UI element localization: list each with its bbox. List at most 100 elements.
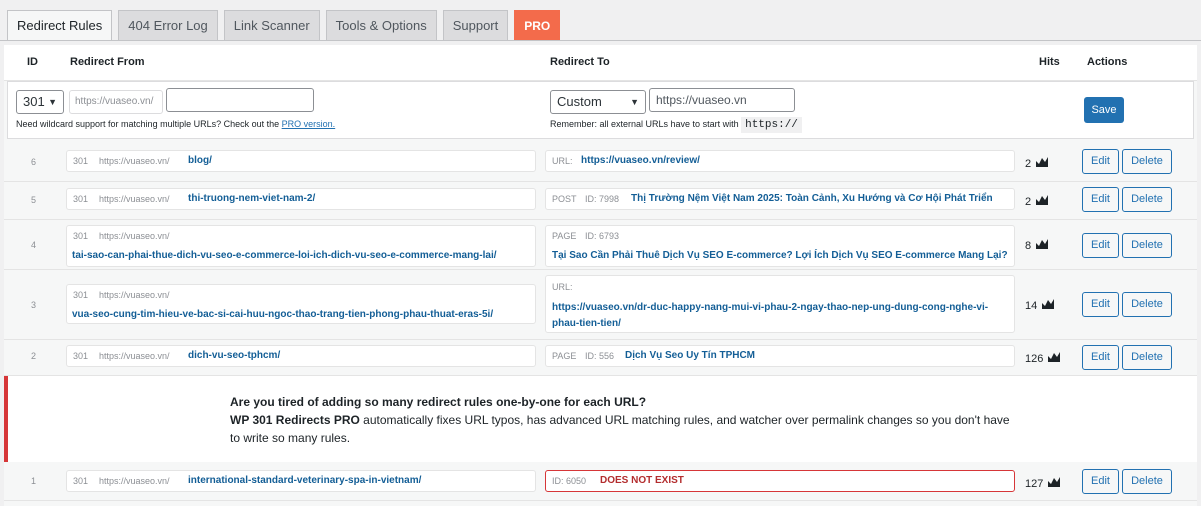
table-row: 2 301 https://vuaseo.vn/ dich-vu-seo-tph… [4,340,1197,376]
hits-count: 126 [1025,353,1044,365]
rule-to-type: PAGE [552,351,577,361]
redirect-from-cell: 301 https://vuaseo.vn/ blog/ [66,150,536,172]
table-header: ID Redirect From Redirect To Hits Action… [4,45,1197,81]
header-actions: Actions [1087,56,1128,68]
edit-button[interactable]: Edit [1082,292,1119,317]
promo-headline: Are you tired of adding so many redirect… [230,395,647,409]
header-hits: Hits [1039,56,1060,68]
tab-pro[interactable]: PRO [514,10,561,40]
header-redirect-to: Redirect To [550,56,610,68]
rule-code: 301 [73,194,89,204]
rule-to-id: ID: 556 [585,351,615,361]
table-row: 6 301 https://vuaseo.vn/ blog/ URL: http… [4,144,1197,182]
external-hint-code: https:// [741,117,802,133]
edit-button[interactable]: Edit [1082,345,1119,370]
redirect-to-cell: POST ID: 7998 Thị Trường Nệm Việt Nam 20… [545,188,1015,210]
pro-promo-notice: Are you tired of adding so many redirect… [4,376,1197,462]
save-button[interactable]: Save [1084,97,1124,123]
edit-button[interactable]: Edit [1082,187,1119,212]
rule-to-id: ID: 6050 [552,476,587,486]
promo-body: WP 301 Redirects PRO automatically fixes… [230,413,1010,427]
rule-hits: 8 [1025,238,1049,252]
rule-code: 301 [73,156,89,166]
delete-button[interactable]: Delete [1122,292,1172,317]
hits-count: 2 [1025,196,1032,208]
chart-icon[interactable] [1041,298,1055,310]
rule-hits: 126 [1025,351,1061,365]
rule-prefix: https://vuaseo.vn/ [99,351,170,361]
delete-button[interactable]: Delete [1122,187,1172,212]
chart-icon[interactable] [1035,238,1049,250]
rule-id: 3 [31,300,37,310]
redirect-from-cell: 301 https://vuaseo.vn/ thi-truong-nem-vi… [66,188,536,210]
wildcard-hint-text: Need wildcard support for matching multi… [16,119,280,129]
rule-prefix: https://vuaseo.vn/ [99,231,170,241]
promo-body-text: automatically fixes URL typos, has advan… [359,413,1010,427]
rule-to-type: URL: [552,156,573,166]
tab-tools-options[interactable]: Tools & Options [325,10,437,40]
rule-to: Thị Trường Nệm Việt Nam 2025: Toàn Cảnh,… [631,193,993,204]
rule-prefix: https://vuaseo.vn/ [99,476,170,486]
redirect-to-cell: PAGE ID: 6793 Tại Sao Cần Phải Thuê Dịch… [545,225,1015,267]
delete-button[interactable]: Delete [1122,233,1172,258]
rule-to-id: ID: 7998 [585,194,620,204]
chart-icon[interactable] [1035,156,1049,168]
rule-hits: 2 [1025,156,1049,170]
rule-prefix: https://vuaseo.vn/ [99,156,170,166]
wildcard-hint: Need wildcard support for matching multi… [16,119,335,129]
chart-icon[interactable] [1047,476,1061,488]
rule-hits: 14 [1025,298,1055,312]
from-prefix: https://vuaseo.vn/ [69,90,163,114]
rule-from: thi-truong-nem-viet-nam-2/ [188,193,316,204]
redirect-from-cell: 301 https://vuaseo.vn/ vua-seo-cung-tim-… [66,284,536,324]
missing-target-error: DOES NOT EXIST [600,475,684,486]
new-rule-row: 301 ▼ https://vuaseo.vn/ Need wildcard s… [7,81,1194,139]
delete-button[interactable]: Delete [1122,469,1172,494]
edit-button[interactable]: Edit [1082,149,1119,174]
rule-to-type: PAGE [552,231,577,241]
table-row: 1 301 https://vuaseo.vn/ international-s… [4,463,1197,501]
tab-404-error-log[interactable]: 404 Error Log [118,10,218,40]
rule-from: international-standard-veterinary-spa-in… [188,475,422,486]
table-row: 3 301 https://vuaseo.vn/ vua-seo-cung-ti… [4,270,1197,340]
tab-redirect-rules[interactable]: Redirect Rules [7,10,113,41]
tab-bar: Redirect Rules 404 Error Log Link Scanne… [7,10,566,41]
redirect-to-input[interactable]: https://vuaseo.vn [649,88,795,112]
pro-version-link[interactable]: PRO version. [282,119,336,129]
hits-count: 127 [1025,478,1044,490]
rule-to: Dịch Vụ Seo Uy Tín TPHCM [625,350,756,361]
rule-hits: 2 [1025,194,1049,208]
rule-from: dich-vu-seo-tphcm/ [188,350,281,361]
rule-to-id: ID: 6793 [585,231,620,241]
chevron-down-icon: ▼ [630,97,639,107]
hits-count: 2 [1025,158,1032,170]
tab-link-scanner[interactable]: Link Scanner [223,10,320,40]
redirect-to-value: https://vuaseo.vn [656,93,747,107]
hits-count: 8 [1025,240,1032,252]
from-prefix-text: https://vuaseo.vn/ [75,96,154,107]
rule-to-type: POST [552,194,577,204]
status-code-value: 301 [23,94,45,109]
rule-to: Tại Sao Cần Phải Thuê Dịch Vụ SEO E-comm… [552,250,1008,261]
tab-support[interactable]: Support [442,10,509,40]
table-row: 4 301 https://vuaseo.vn/ tai-sao-can-pha… [4,220,1197,270]
hits-count: 14 [1025,300,1038,312]
rule-id: 6 [31,157,37,167]
chart-icon[interactable] [1035,194,1049,206]
delete-button[interactable]: Delete [1122,345,1172,370]
rule-prefix: https://vuaseo.vn/ [99,194,170,204]
chart-icon[interactable] [1047,351,1061,363]
rule-code: 301 [73,476,89,486]
redirect-rules-panel: ID Redirect From Redirect To Hits Action… [4,45,1197,506]
redirect-type-select[interactable]: Custom ▼ [550,90,646,114]
rule-to-continued: phau-tien-tien/ [552,318,621,329]
redirect-from-cell: 301 https://vuaseo.vn/ dich-vu-seo-tphcm… [66,345,536,367]
delete-button[interactable]: Delete [1122,149,1172,174]
external-url-hint: Remember: all external URLs have to star… [550,117,802,133]
edit-button[interactable]: Edit [1082,233,1119,258]
redirect-from-input[interactable] [166,88,314,112]
chevron-down-icon: ▼ [48,97,57,107]
edit-button[interactable]: Edit [1082,469,1119,494]
status-code-select[interactable]: 301 ▼ [16,90,64,114]
rule-id: 5 [31,195,37,205]
